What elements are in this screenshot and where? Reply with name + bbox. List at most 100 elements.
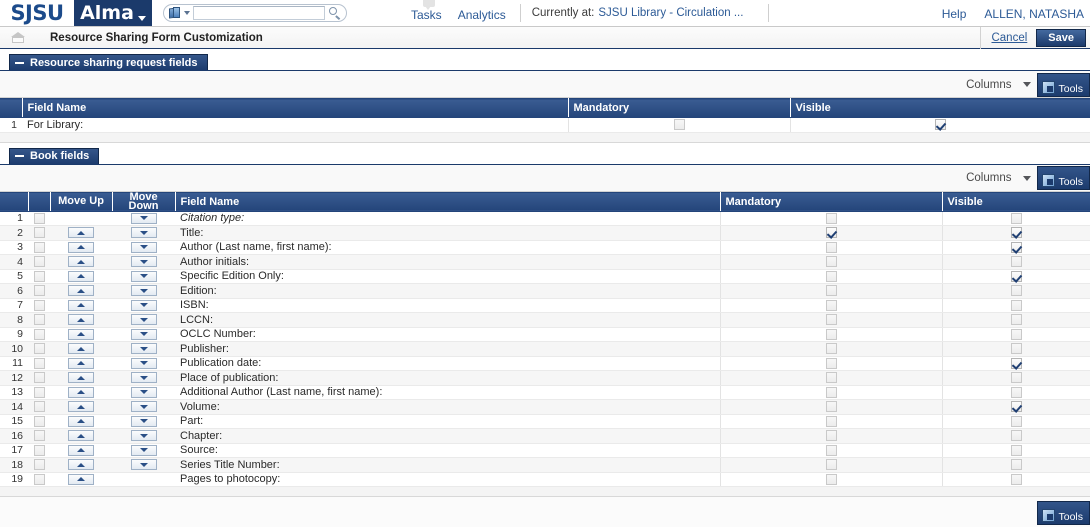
visible-checkbox[interactable] xyxy=(1010,386,1022,398)
mandatory-checkbox[interactable] xyxy=(825,473,837,485)
home-icon[interactable] xyxy=(8,30,30,46)
visible-checkbox[interactable] xyxy=(1010,285,1022,297)
alma-logo-menu[interactable]: Alma xyxy=(74,0,152,26)
move-down-button[interactable] xyxy=(130,270,157,282)
col-header-mandatory[interactable]: Mandatory xyxy=(568,98,791,118)
mandatory-checkbox[interactable] xyxy=(825,212,837,224)
visible-checkbox[interactable] xyxy=(934,119,946,131)
visible-checkbox[interactable] xyxy=(1010,401,1022,413)
move-up-button[interactable] xyxy=(68,314,94,326)
col-header-mandatory[interactable]: Mandatory xyxy=(720,191,943,212)
move-up-button[interactable] xyxy=(68,473,94,485)
visible-checkbox[interactable] xyxy=(1010,415,1022,427)
mandatory-checkbox[interactable] xyxy=(825,343,837,355)
visible-checkbox[interactable] xyxy=(1010,343,1022,355)
visible-checkbox[interactable] xyxy=(1010,212,1022,224)
move-down-button[interactable] xyxy=(130,227,157,239)
row-select-checkbox[interactable] xyxy=(33,473,45,485)
move-up-button[interactable] xyxy=(68,343,94,355)
move-down-button[interactable] xyxy=(130,401,157,413)
visible-checkbox[interactable] xyxy=(1010,299,1022,311)
move-up-button[interactable] xyxy=(68,430,94,442)
col-header-field-name[interactable]: Field Name xyxy=(175,191,721,212)
mandatory-checkbox[interactable] xyxy=(825,430,837,442)
move-up-button[interactable] xyxy=(68,401,94,413)
section-toggle-book-fields[interactable]: Book fields xyxy=(9,147,100,164)
mandatory-checkbox[interactable] xyxy=(825,415,837,427)
columns-button[interactable]: Columns xyxy=(958,172,1037,184)
visible-checkbox[interactable] xyxy=(1010,314,1022,326)
row-select-checkbox[interactable] xyxy=(33,328,45,340)
move-up-button[interactable] xyxy=(68,270,94,282)
nav-tasks[interactable]: Tasks xyxy=(411,8,442,22)
col-header-select[interactable] xyxy=(28,191,51,212)
col-header-visible[interactable]: Visible xyxy=(790,98,1090,118)
mandatory-checkbox[interactable] xyxy=(825,314,837,326)
move-down-button[interactable] xyxy=(130,285,157,297)
move-down-button[interactable] xyxy=(130,386,157,398)
visible-checkbox[interactable] xyxy=(1010,241,1022,253)
save-button[interactable]: Save xyxy=(1036,29,1086,47)
move-up-button[interactable] xyxy=(68,386,94,398)
visible-checkbox[interactable] xyxy=(1010,372,1022,384)
visible-checkbox[interactable] xyxy=(1010,444,1022,456)
move-down-button[interactable] xyxy=(130,343,157,355)
col-header-field-name[interactable]: Field Name xyxy=(22,98,569,118)
col-header-move-down[interactable]: Move Down xyxy=(112,191,176,212)
help-link[interactable]: Help xyxy=(942,7,967,21)
row-select-checkbox[interactable] xyxy=(33,314,45,326)
row-select-checkbox[interactable] xyxy=(33,372,45,384)
sjsu-logo[interactable]: SJSU xyxy=(0,0,74,26)
col-header-index[interactable] xyxy=(0,98,23,118)
row-select-checkbox[interactable] xyxy=(33,270,45,282)
row-select-checkbox[interactable] xyxy=(33,241,45,253)
section-toggle-resource-sharing-request-fields[interactable]: Resource sharing request fields xyxy=(9,54,208,70)
tools-button[interactable]: Tools xyxy=(1037,501,1090,525)
move-down-button[interactable] xyxy=(130,299,157,311)
col-header-move-up[interactable]: Move Up xyxy=(50,191,113,212)
row-select-checkbox[interactable] xyxy=(33,386,45,398)
visible-checkbox[interactable] xyxy=(1010,328,1022,340)
visible-checkbox[interactable] xyxy=(1010,430,1022,442)
mandatory-checkbox[interactable] xyxy=(825,227,837,239)
mandatory-checkbox[interactable] xyxy=(825,285,837,297)
row-select-checkbox[interactable] xyxy=(33,299,45,311)
mandatory-checkbox[interactable] xyxy=(825,444,837,456)
nav-analytics[interactable]: Analytics xyxy=(458,8,506,22)
tools-button[interactable]: Tools xyxy=(1037,72,1090,97)
visible-checkbox[interactable] xyxy=(1010,256,1022,268)
columns-button[interactable]: Columns xyxy=(958,79,1037,91)
move-down-button[interactable] xyxy=(130,212,157,224)
move-down-button[interactable] xyxy=(130,459,157,471)
col-header-visible[interactable]: Visible xyxy=(942,191,1090,212)
col-header-index[interactable] xyxy=(0,191,29,212)
move-up-button[interactable] xyxy=(68,256,94,268)
row-select-checkbox[interactable] xyxy=(33,357,45,369)
move-up-button[interactable] xyxy=(68,372,94,384)
visible-checkbox[interactable] xyxy=(1010,227,1022,239)
row-select-checkbox[interactable] xyxy=(33,415,45,427)
mandatory-checkbox[interactable] xyxy=(825,386,837,398)
row-select-checkbox[interactable] xyxy=(33,256,45,268)
row-select-checkbox[interactable] xyxy=(33,430,45,442)
mandatory-checkbox[interactable] xyxy=(673,119,685,131)
mandatory-checkbox[interactable] xyxy=(825,372,837,384)
move-up-button[interactable] xyxy=(68,444,94,456)
row-select-checkbox[interactable] xyxy=(33,227,45,239)
move-down-button[interactable] xyxy=(130,415,157,427)
row-select-checkbox[interactable] xyxy=(33,343,45,355)
mandatory-checkbox[interactable] xyxy=(825,241,837,253)
move-down-button[interactable] xyxy=(130,241,157,253)
row-select-checkbox[interactable] xyxy=(33,401,45,413)
search-input[interactable] xyxy=(193,6,325,20)
move-up-button[interactable] xyxy=(68,241,94,253)
move-up-button[interactable] xyxy=(68,328,94,340)
row-select-checkbox[interactable] xyxy=(33,444,45,456)
mandatory-checkbox[interactable] xyxy=(825,256,837,268)
visible-checkbox[interactable] xyxy=(1010,459,1022,471)
search-scope-chevron-down-icon[interactable] xyxy=(184,11,190,15)
mandatory-checkbox[interactable] xyxy=(825,401,837,413)
move-down-button[interactable] xyxy=(130,314,157,326)
mandatory-checkbox[interactable] xyxy=(825,299,837,311)
tools-button[interactable]: Tools xyxy=(1037,166,1090,190)
